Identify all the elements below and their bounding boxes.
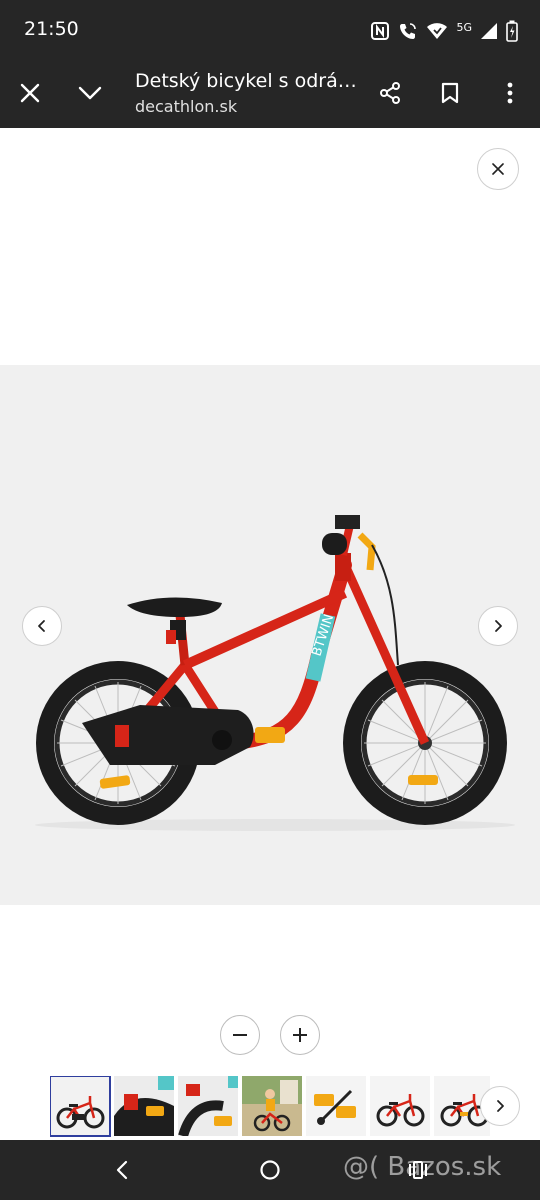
home-icon	[260, 1160, 280, 1180]
pedals-thumbnail	[306, 1076, 366, 1136]
network-type-label: 5G	[456, 20, 472, 34]
battery-icon	[506, 20, 518, 42]
wifi-icon	[427, 23, 448, 39]
detail-thumbnail	[178, 1076, 238, 1136]
page-url: decathlon.sk	[135, 97, 238, 116]
back-icon	[116, 1160, 128, 1180]
more-vert-icon	[507, 82, 513, 104]
plus-icon	[293, 1028, 307, 1042]
zoom-out-button[interactable]	[220, 1015, 260, 1055]
status-bar: 21:50 5G	[0, 0, 540, 62]
thumbnails-next-button[interactable]	[480, 1086, 520, 1126]
share-button[interactable]	[370, 73, 410, 113]
close-icon	[492, 163, 504, 175]
status-icons: 5G	[370, 18, 518, 44]
close-icon	[20, 83, 40, 103]
bike-thumbnail	[370, 1076, 430, 1136]
brand-text: BTWIN	[310, 612, 338, 658]
close-tab-button[interactable]	[10, 73, 50, 113]
chevron-left-icon	[38, 620, 45, 632]
child-riding-thumbnail	[242, 1076, 302, 1136]
chevron-right-icon	[497, 1100, 504, 1112]
product-image-viewer: BTWIN	[0, 128, 540, 1140]
nav-home-button[interactable]	[250, 1150, 290, 1190]
thumbnail-4[interactable]	[242, 1076, 302, 1136]
minus-icon	[233, 1034, 247, 1036]
wifi-calling-icon	[400, 23, 417, 39]
previous-image-button[interactable]	[22, 606, 62, 646]
status-time: 21:50	[24, 18, 79, 40]
thumbnail-2[interactable]	[114, 1076, 174, 1136]
minimize-tab-button[interactable]	[70, 73, 110, 113]
zoom-in-button[interactable]	[280, 1015, 320, 1055]
bicycle-image: BTWIN	[35, 515, 515, 831]
thumbnail-6[interactable]	[370, 1076, 430, 1136]
page-title: Detský bicykel s odrá…	[135, 70, 357, 92]
custom-tab-toolbar: Detský bicykel s odrá… decathlon.sk	[0, 62, 540, 128]
more-options-button[interactable]	[490, 73, 530, 113]
chevron-down-icon	[78, 86, 102, 100]
bookmark-icon	[441, 82, 459, 104]
chevron-right-icon	[495, 620, 502, 632]
nav-back-button[interactable]	[102, 1150, 142, 1190]
nfc-icon	[371, 22, 390, 40]
close-viewer-button[interactable]	[477, 148, 519, 190]
watermark-text: @( Bazos.sk	[343, 1152, 502, 1182]
detail-thumbnail	[114, 1076, 174, 1136]
next-image-button[interactable]	[478, 606, 518, 646]
bike-thumbnail	[56, 1096, 105, 1129]
thumbnail-1[interactable]	[50, 1076, 111, 1137]
bookmark-button[interactable]	[430, 73, 470, 113]
product-photo: BTWIN	[0, 365, 540, 905]
thumbnail-5[interactable]	[306, 1076, 366, 1136]
share-icon	[380, 82, 400, 104]
thumbnail-3[interactable]	[178, 1076, 238, 1136]
signal-icon	[481, 23, 497, 39]
thumbnail-strip	[50, 1076, 490, 1140]
